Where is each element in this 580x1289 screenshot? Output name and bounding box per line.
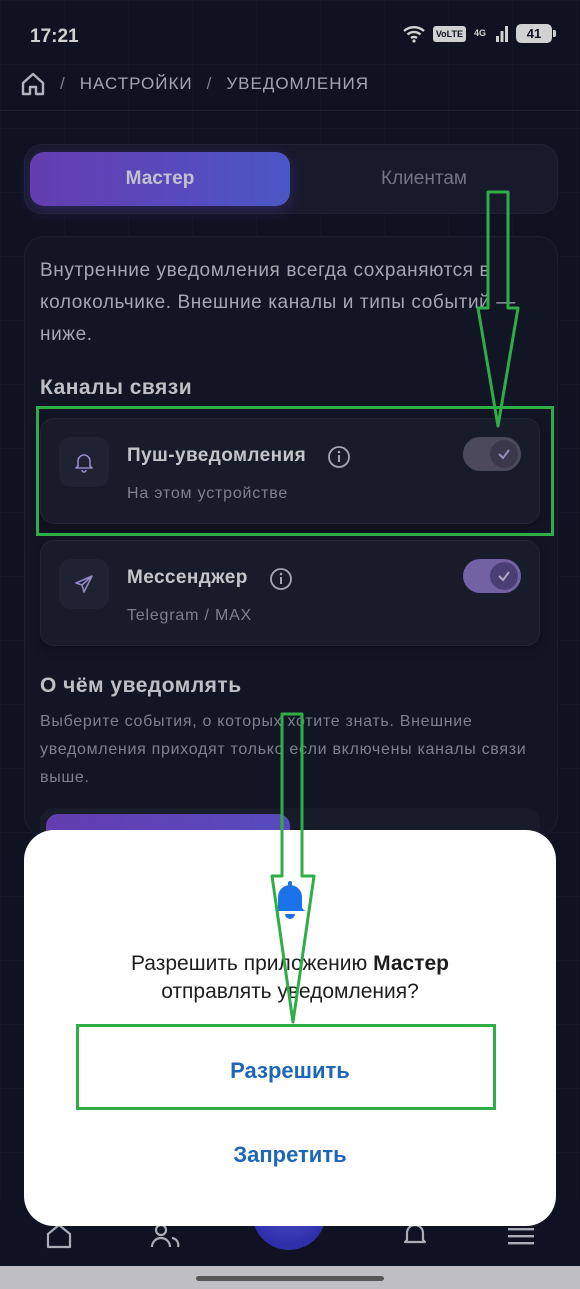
permission-app-name: Мастер — [373, 952, 449, 975]
screen: 17:21 VoLTE 4G 41 / НАСТРОЙКИ / УВЕДОМЛЕ… — [0, 0, 580, 1289]
annotation-arrow-down-icon — [270, 712, 316, 1024]
highlight-allow-button — [76, 1024, 496, 1110]
deny-button[interactable]: Запретить — [24, 1142, 556, 1168]
permission-text-prefix: Разрешить приложению — [131, 952, 374, 975]
annotation-arrow-down-icon — [476, 190, 520, 428]
